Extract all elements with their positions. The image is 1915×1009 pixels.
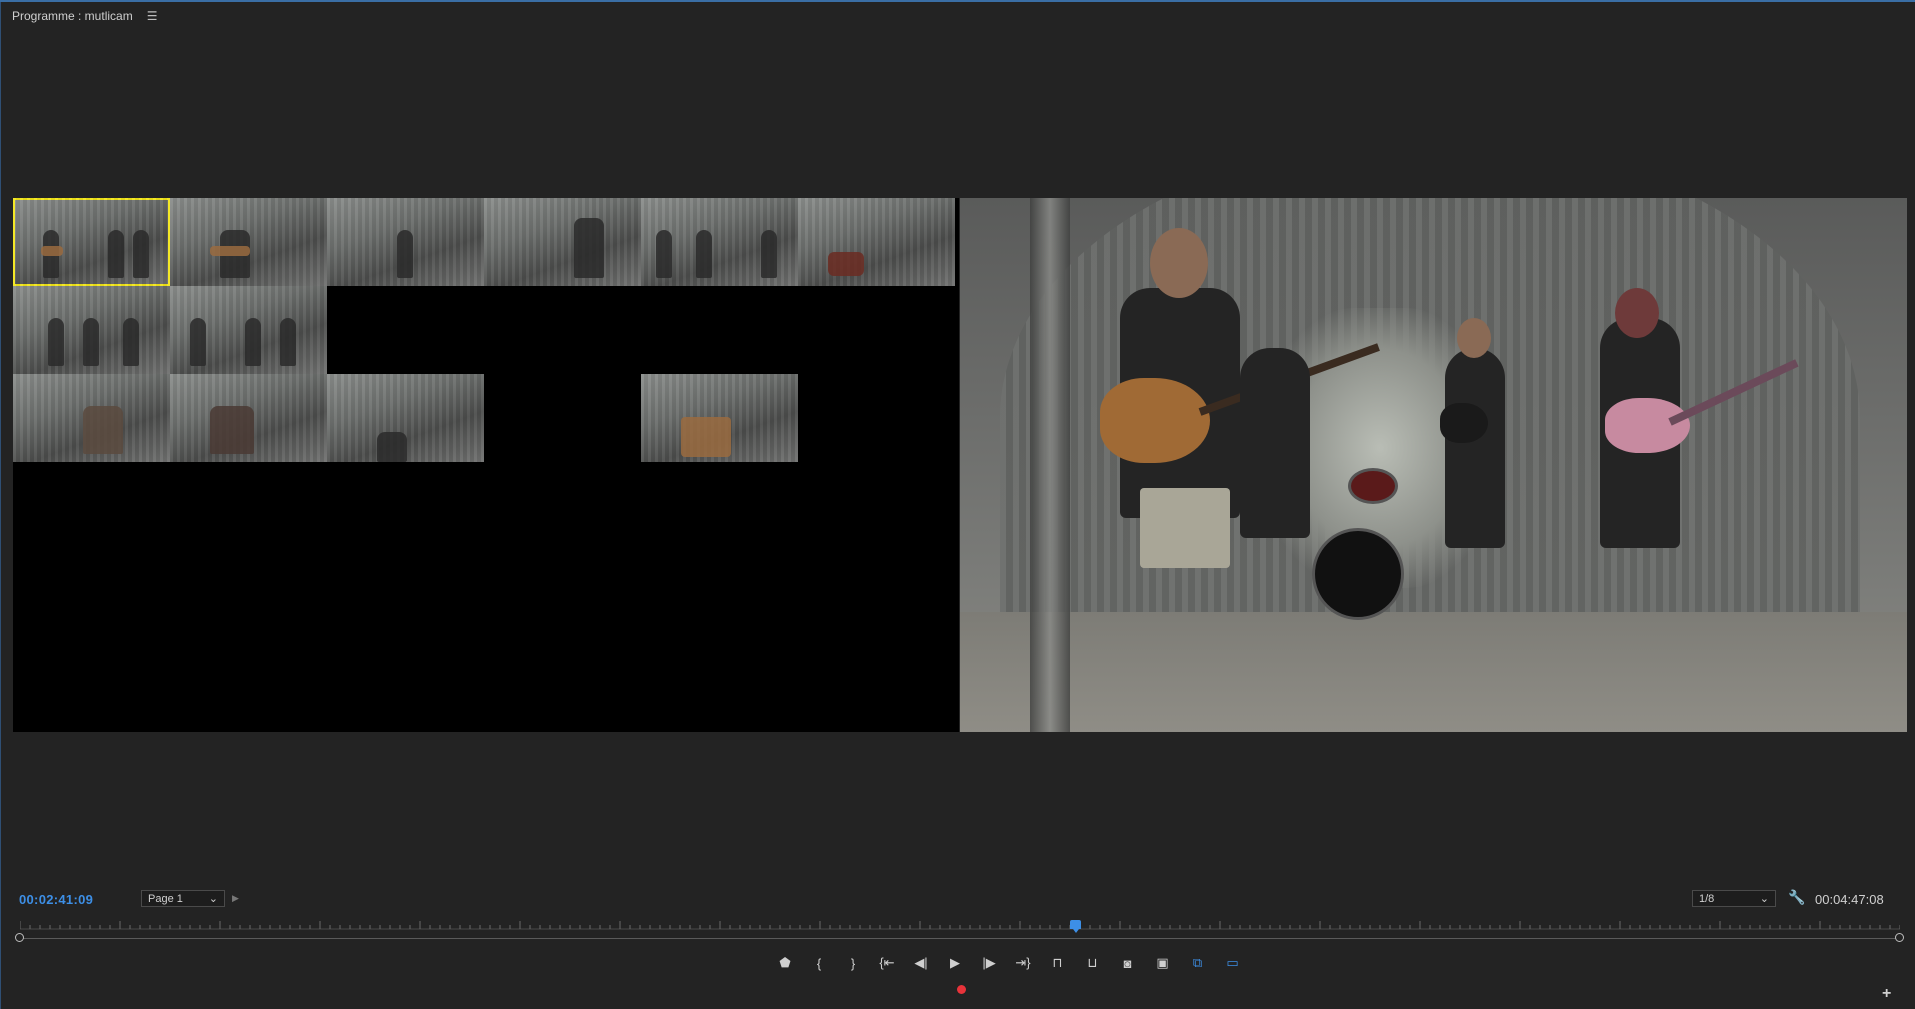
- panel-title: Programme : mutlicam: [12, 9, 133, 23]
- add-button-icon[interactable]: +: [1882, 985, 1891, 1003]
- guitarist-left-guitar: [1100, 378, 1210, 463]
- panel-header: Programme : mutlicam ☰: [12, 8, 157, 24]
- multicam-grid[interactable]: [13, 198, 959, 732]
- mark-out-icon[interactable]: }: [836, 953, 870, 973]
- guitarist-left-head: [1150, 228, 1208, 298]
- drummer: [1240, 348, 1310, 538]
- chevron-down-icon: ⌄: [208, 893, 218, 905]
- go-to-in-icon[interactable]: {⇤: [870, 953, 904, 973]
- chevron-down-icon: ⌄: [1759, 893, 1769, 905]
- panel-top-border: [0, 0, 1915, 2]
- current-timecode[interactable]: 00:02:41:09: [19, 892, 93, 907]
- duration-timecode: 00:04:47:08: [1815, 892, 1884, 907]
- multicam-toggle-icon[interactable]: ▣: [1145, 953, 1180, 973]
- playback-resolution-select[interactable]: 1/8 ⌄: [1692, 890, 1776, 907]
- time-ruler[interactable]: [20, 918, 1900, 930]
- camera-angle-11[interactable]: [327, 374, 484, 462]
- foreground-pole: [1030, 198, 1070, 732]
- camera-angle-4[interactable]: [484, 198, 641, 286]
- extract-icon[interactable]: ⊔: [1075, 953, 1110, 973]
- program-monitor-view[interactable]: [960, 198, 1907, 732]
- camera-angle-9[interactable]: [13, 374, 170, 462]
- guitarist-middle-guitar: [1440, 403, 1488, 443]
- guitarist-right-guitar: [1605, 398, 1690, 453]
- kick-drum: [1312, 528, 1404, 620]
- next-page-icon[interactable]: ▶: [232, 893, 239, 904]
- hamburger-menu-icon[interactable]: ☰: [147, 9, 158, 23]
- lift-icon[interactable]: ⊓: [1040, 953, 1075, 973]
- camera-angle-8[interactable]: [170, 286, 327, 374]
- tom-drum: [1348, 468, 1398, 504]
- guitarist-middle-head: [1457, 318, 1491, 358]
- go-to-out-icon[interactable]: ⇥}: [1006, 953, 1040, 973]
- play-icon[interactable]: ▶: [938, 953, 972, 973]
- transport-controls: ⬟ { } {⇤ ◀| ▶ |▶ ⇥} ⊓ ⊔ ◙ ▣ ⧉ ▭: [768, 953, 1250, 973]
- camera-angle-5[interactable]: [641, 198, 798, 286]
- mark-in-icon[interactable]: {: [802, 953, 836, 973]
- export-frame-icon[interactable]: ◙: [1110, 953, 1145, 973]
- guitarist-middle: [1445, 348, 1505, 548]
- guitarist-right-head: [1615, 288, 1659, 338]
- zoom-scrollbar[interactable]: [20, 938, 1900, 939]
- step-forward-icon[interactable]: |▶: [972, 953, 1006, 973]
- camera-angle-7[interactable]: [13, 286, 170, 374]
- marker-icon[interactable]: ⬟: [768, 953, 802, 973]
- camera-angle-12[interactable]: [641, 374, 798, 462]
- camera-angle-3[interactable]: [327, 198, 484, 286]
- step-back-icon[interactable]: ◀|: [904, 953, 938, 973]
- page-select-value: Page 1: [148, 892, 183, 905]
- guitarist-left-shorts: [1140, 488, 1230, 568]
- settings-wrench-icon[interactable]: 🔧: [1788, 889, 1805, 906]
- comparison-view-icon[interactable]: ▭: [1215, 953, 1250, 973]
- camera-angle-10[interactable]: [170, 374, 327, 462]
- panel-left-border: [0, 2, 1, 1009]
- page-select[interactable]: Page 1 ⌄: [141, 890, 225, 907]
- camera-angle-2[interactable]: [170, 198, 327, 286]
- zoom-scrollbar-start-handle[interactable]: [15, 933, 24, 942]
- floor: [960, 612, 1907, 732]
- camera-angle-6[interactable]: [798, 198, 955, 286]
- playhead-marker[interactable]: [1069, 920, 1081, 933]
- record-toggle-icon[interactable]: ⧉: [1180, 953, 1215, 973]
- camera-angle-1[interactable]: [13, 198, 170, 286]
- resolution-select-value: 1/8: [1699, 892, 1715, 905]
- record-indicator[interactable]: [957, 985, 966, 994]
- zoom-scrollbar-end-handle[interactable]: [1895, 933, 1904, 942]
